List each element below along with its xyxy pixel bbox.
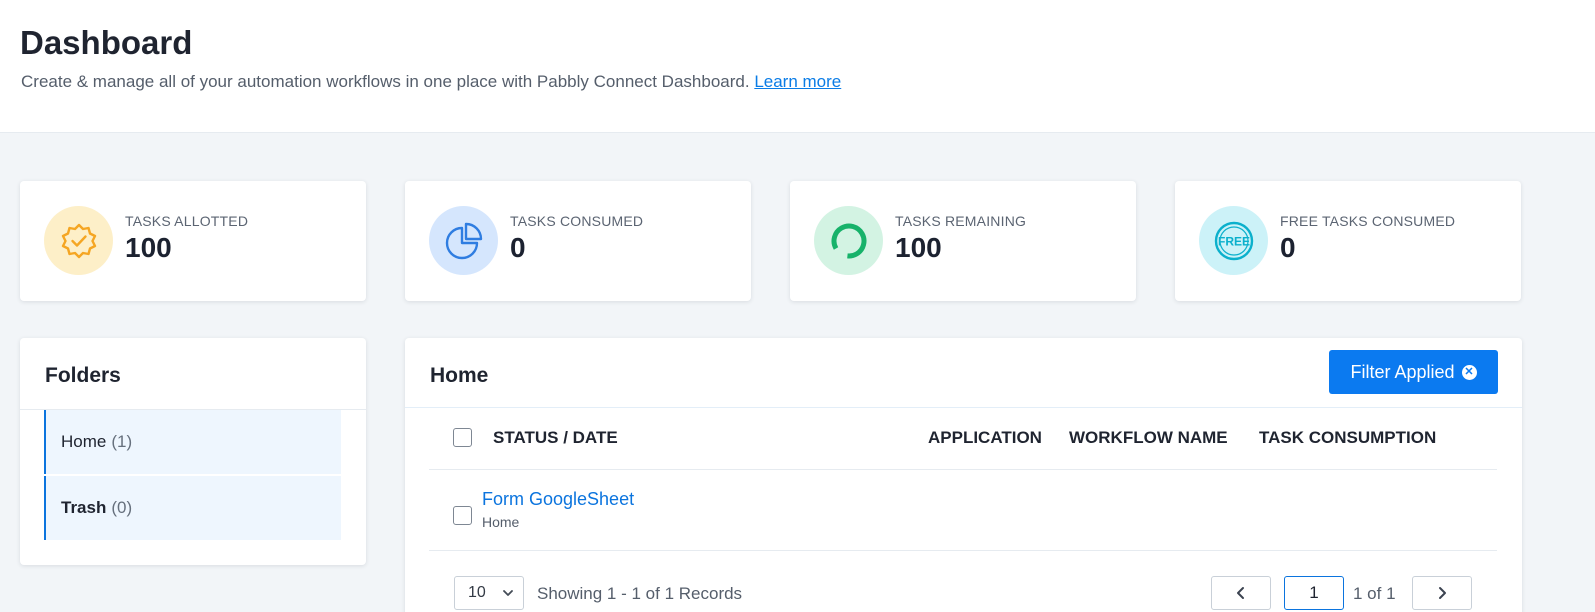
pie-chart-icon (429, 206, 498, 275)
folder-item-home[interactable]: Home (1) (44, 410, 341, 474)
folder-count: (1) (111, 432, 133, 451)
records-summary: Showing 1 - 1 of 1 Records (537, 584, 743, 603)
folder-name: Trash (61, 498, 107, 517)
stat-card-tasks-remaining: TASKS REMAINING 100 (790, 181, 1136, 301)
per-page-value: 10 (468, 584, 486, 601)
stat-value: 0 (1280, 232, 1296, 263)
svg-text:FREE: FREE (1217, 234, 1249, 248)
page-title: Dashboard (20, 24, 193, 61)
stat-value: 100 (125, 232, 172, 263)
divider (429, 550, 1497, 551)
stat-value: 0 (510, 232, 526, 263)
folder-name: Home (61, 432, 107, 451)
badge-check-icon (44, 206, 113, 275)
chevron-down-icon (503, 590, 513, 596)
stat-value: 100 (895, 232, 942, 263)
filter-button-label: Filter Applied (1350, 361, 1455, 382)
workflow-folder: Home (482, 514, 520, 530)
previous-page-button[interactable] (1211, 576, 1271, 610)
stat-label: FREE TASKS CONSUMED (1280, 213, 1456, 229)
subtitle-text: Create & manage all of your automation w… (21, 72, 750, 91)
column-header-status-date: STATUS / DATE (493, 428, 618, 447)
stat-card-tasks-consumed: TASKS CONSUMED 0 (405, 181, 751, 301)
column-header-application: APPLICATION (928, 428, 1042, 447)
folders-panel: Folders Home (1) Trash (0) (20, 338, 366, 565)
select-all-checkbox[interactable] (453, 428, 472, 447)
stat-card-free-tasks-consumed: FREE FREE TASKS CONSUMED 0 (1175, 181, 1521, 301)
workflow-name-link[interactable]: Form GoogleSheet (482, 489, 634, 510)
divider (405, 407, 1522, 408)
folder-count: (0) (111, 498, 133, 517)
row-checkbox[interactable] (453, 506, 472, 525)
stat-card-tasks-allotted: TASKS ALLOTTED 100 (20, 181, 366, 301)
next-page-button[interactable] (1412, 576, 1472, 610)
panel-title: Home (430, 364, 489, 387)
free-badge-icon: FREE (1199, 206, 1268, 275)
folders-title: Folders (45, 364, 121, 387)
per-page-select[interactable]: 10 (454, 576, 524, 610)
chevron-left-icon (1237, 587, 1244, 599)
learn-more-link[interactable]: Learn more (754, 72, 841, 91)
filter-applied-button[interactable]: Filter Applied ✕ (1329, 350, 1498, 394)
page-count: 1 of 1 (1353, 584, 1396, 603)
workflows-panel: Home Filter Applied ✕ STATUS / DATE APPL… (405, 338, 1522, 612)
divider (429, 469, 1497, 470)
column-header-workflow-name: WORKFLOW NAME (1069, 428, 1228, 447)
page-number-input[interactable] (1284, 576, 1344, 610)
chevron-right-icon (1439, 587, 1446, 599)
stat-label: TASKS ALLOTTED (125, 213, 249, 229)
folder-item-trash[interactable]: Trash (0) (44, 476, 341, 540)
page-subtitle: Create & manage all of your automation w… (21, 72, 841, 92)
stat-label: TASKS REMAINING (895, 213, 1027, 229)
stat-label: TASKS CONSUMED (510, 213, 644, 229)
column-header-task-consumption: TASK CONSUMPTION (1259, 428, 1437, 447)
close-circle-icon[interactable]: ✕ (1461, 364, 1477, 380)
donut-chart-icon (814, 206, 883, 275)
page-header: Dashboard Create & manage all of your au… (0, 0, 1595, 133)
